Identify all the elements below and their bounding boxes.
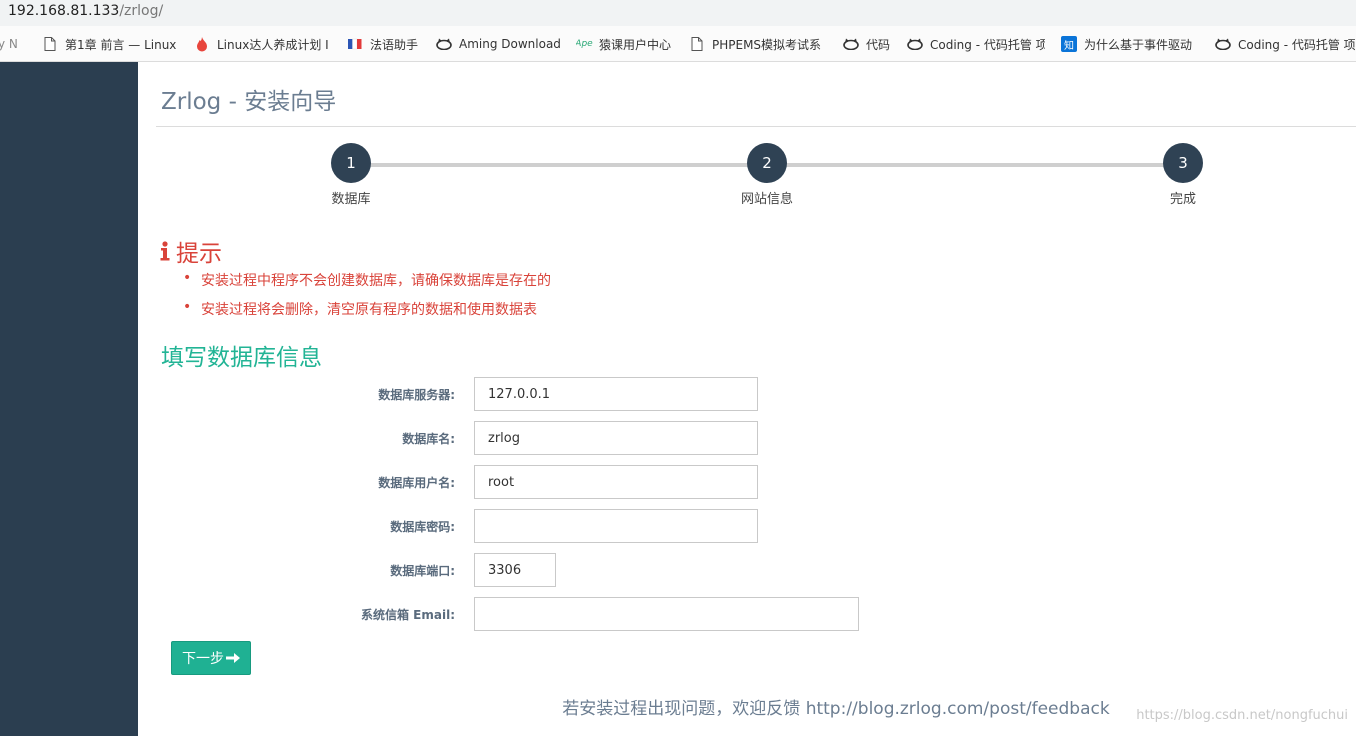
step-1-circle: 1 bbox=[331, 143, 371, 183]
bookmark-item[interactable]: 代码 bbox=[843, 35, 895, 53]
bookmark-item[interactable]: 知 为什么基于事件驱动 bbox=[1061, 35, 1201, 53]
tip-list: 安装过程中程序不会创建数据库，请确保数据库是存在的 安装过程将会删除，清空原有程… bbox=[183, 270, 551, 328]
watermark: https://blog.csdn.net/nongfuchui bbox=[1136, 708, 1348, 723]
main-content: Zrlog - 安装向导 1 数据库 2 网站信息 3 完成 提示 安装过程中程… bbox=[138, 62, 1356, 736]
db-server-input[interactable] bbox=[474, 377, 758, 411]
step-1-label: 数据库 bbox=[331, 192, 371, 207]
url-path: /zrlog/ bbox=[119, 3, 164, 19]
bookmark-label: Coding - 代码托管 项 bbox=[930, 37, 1045, 52]
flag-icon bbox=[347, 36, 363, 52]
bookmark-label: PHPEMS模拟考试系 bbox=[712, 37, 822, 52]
feedback-note: 若安装过程出现问题，欢迎反馈 http://blog.zrlog.com/pos… bbox=[562, 699, 1110, 719]
bookmark-label: 第1章 前言 — Linux bbox=[65, 37, 176, 52]
db-user-label: 数据库用户名: bbox=[378, 476, 455, 490]
url-host: 192.168.81.133 bbox=[8, 3, 120, 19]
db-server-label: 数据库服务器: bbox=[378, 388, 455, 402]
sidebar bbox=[0, 62, 138, 736]
email-input[interactable] bbox=[474, 597, 859, 631]
bookmark-item[interactable]: 第1章 前言 — Linux bbox=[42, 35, 176, 53]
step-2-label: 网站信息 bbox=[740, 192, 793, 207]
step-3-circle: 3 bbox=[1163, 143, 1203, 183]
bookmark-label: Coding - 代码托管 项 bbox=[1238, 37, 1355, 52]
zhihu-icon: 知 bbox=[1061, 36, 1077, 52]
title-divider bbox=[156, 126, 1356, 127]
cat-icon bbox=[843, 36, 859, 52]
cat-icon bbox=[907, 36, 923, 52]
cat-icon bbox=[436, 36, 452, 52]
db-port-input[interactable] bbox=[474, 553, 556, 587]
cat-icon bbox=[1215, 36, 1231, 52]
bookmark-label: 法语助手 bbox=[370, 37, 419, 52]
email-label: 系统信箱 Email: bbox=[360, 608, 455, 622]
bookmark-label: y N bbox=[0, 37, 18, 51]
db-password-input[interactable] bbox=[474, 509, 758, 543]
db-name-label: 数据库名: bbox=[402, 432, 455, 446]
page-icon bbox=[689, 36, 705, 52]
tip-title: 提示 bbox=[176, 241, 222, 267]
page-icon bbox=[42, 36, 58, 52]
next-step-button[interactable]: 下一步 bbox=[171, 641, 251, 675]
bookmark-label: 代码 bbox=[866, 37, 891, 52]
tip-heading: 提示 bbox=[160, 234, 222, 268]
page-title: Zrlog - 安装向导 bbox=[161, 89, 337, 115]
bookmark-item[interactable]: Coding - 代码托管 项 bbox=[1215, 35, 1355, 53]
bookmark-item[interactable]: Coding - 代码托管 项 bbox=[907, 35, 1045, 53]
bookmark-item[interactable]: Linux达人养成计划 I bbox=[194, 35, 332, 53]
db-user-input[interactable] bbox=[474, 465, 758, 499]
info-icon bbox=[160, 241, 170, 261]
step-3-label: 完成 bbox=[1169, 192, 1196, 207]
bookmark-item[interactable]: 法语助手 bbox=[347, 35, 427, 53]
flame-icon bbox=[194, 36, 210, 52]
db-name-input[interactable] bbox=[474, 421, 758, 455]
db-password-label: 数据库密码: bbox=[390, 520, 455, 534]
bookmark-label: Aming Download bbox=[459, 37, 561, 51]
bookmark-label: Linux达人养成计划 I bbox=[217, 37, 329, 52]
bookmark-item[interactable]: y N bbox=[0, 35, 26, 53]
bookmarks-bar: y N 第1章 前言 — Linux Linux达人养成计划 I 法语助手 Am… bbox=[0, 26, 1356, 62]
arrow-right-icon bbox=[226, 653, 240, 663]
tip-item: 安装过程将会删除，清空原有程序的数据和使用数据表 bbox=[183, 299, 551, 328]
tip-item: 安装过程中程序不会创建数据库，请确保数据库是存在的 bbox=[183, 270, 551, 299]
form-title: 填写数据库信息 bbox=[161, 345, 322, 371]
db-port-label: 数据库端口: bbox=[390, 564, 455, 578]
address-bar[interactable]: 192.168.81.133/zrlog/ bbox=[0, 0, 1356, 26]
step-2-circle: 2 bbox=[747, 143, 787, 183]
bookmark-label: 猿课用户中心 bbox=[599, 37, 672, 52]
bookmark-item[interactable]: PHPEMS模拟考试系 bbox=[689, 35, 829, 53]
bookmark-label: 为什么基于事件驱动 bbox=[1084, 37, 1193, 52]
bookmark-item[interactable]: Ape 猿课用户中心 bbox=[576, 35, 676, 53]
next-step-label: 下一步 bbox=[182, 651, 224, 667]
bookmark-item[interactable]: Aming Download bbox=[436, 35, 564, 53]
apelearn-icon: Ape bbox=[576, 39, 593, 49]
